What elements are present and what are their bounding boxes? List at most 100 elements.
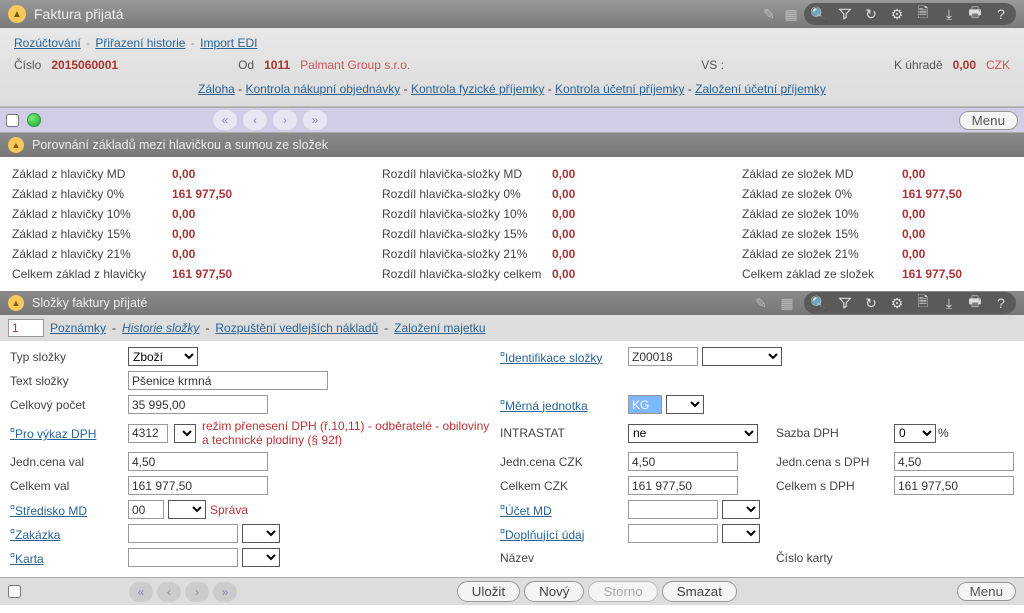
ucet-input[interactable] (628, 500, 718, 519)
comp-value: 0,00 (172, 167, 292, 181)
search-icon[interactable]: 🔍 (810, 294, 828, 312)
link-zalozeni[interactable]: Založení účetní příjemky (695, 82, 826, 96)
karta-input[interactable] (128, 548, 238, 567)
jcdph-label: Jedn.cena s DPH (776, 455, 886, 469)
link-zalozeni-maj[interactable]: Založení majetku (394, 321, 485, 335)
ident-input[interactable] (628, 347, 698, 366)
first-icon[interactable]: « (213, 110, 237, 130)
export-icon[interactable]: ⤓ (940, 294, 958, 312)
save-button[interactable]: Uložit (457, 581, 520, 602)
edit-icon[interactable]: ✎ (760, 5, 778, 23)
link-zaloha[interactable]: Záloha (198, 82, 235, 96)
doc-icon[interactable]: 🗎 (914, 294, 932, 312)
ident-select[interactable] (702, 347, 782, 366)
karta-select[interactable] (242, 548, 280, 567)
collapse-icon[interactable]: ▲ (8, 5, 26, 23)
select-checkbox[interactable] (6, 114, 19, 127)
filter-icon[interactable] (836, 294, 854, 312)
prev-icon[interactable]: ‹ (243, 110, 267, 130)
top-links: Rozúčtování - Přiřazení historie - Impor… (8, 32, 1016, 54)
last-icon[interactable]: » (213, 582, 237, 602)
comp-label: Celkem základ z hlavičky (12, 267, 172, 281)
edit-icon[interactable]: ✎ (752, 294, 770, 312)
stred-input[interactable] (128, 500, 164, 519)
print-icon[interactable]: 🖶 (966, 294, 984, 312)
last-icon[interactable]: » (303, 110, 327, 130)
filter-icon[interactable] (836, 5, 854, 23)
mj-input[interactable] (628, 395, 662, 414)
stred-select[interactable] (168, 500, 206, 519)
mj-select[interactable] (666, 395, 704, 414)
comp-label: Základ z hlavičky MD (12, 167, 172, 181)
dph-label[interactable]: ¤Pro výkaz DPH (10, 425, 120, 441)
doc-icon[interactable]: 🗎 (914, 5, 932, 23)
link-prirazeni[interactable]: Přiřazení historie (95, 36, 185, 50)
refresh-icon[interactable]: ↻ (862, 5, 880, 23)
first-icon[interactable]: « (129, 582, 153, 602)
comp-label: Rozdíl hlavička-složky 0% (382, 187, 552, 201)
text-input[interactable] (128, 371, 328, 390)
ucet-select[interactable] (722, 500, 760, 519)
status-icon (27, 113, 41, 127)
cczk-input[interactable] (628, 476, 738, 495)
link-import[interactable]: Import EDI (200, 36, 257, 50)
dopl-label[interactable]: ¤Doplňující údaj (500, 526, 620, 542)
ident-label[interactable]: ¤Identifikace složky (500, 349, 620, 365)
gear-icon[interactable]: ⚙ (888, 5, 906, 23)
item-index-input[interactable] (8, 319, 44, 337)
zakazka-input[interactable] (128, 524, 238, 543)
intrastat-select[interactable]: ne (628, 424, 758, 443)
print-icon[interactable]: 🖶 (966, 5, 984, 23)
pocet-input[interactable] (128, 395, 268, 414)
link-kontrola-nakup[interactable]: Kontrola nákupní objednávky (246, 82, 401, 96)
collapse-icon[interactable]: ▲ (8, 137, 24, 153)
link-rozpusteni[interactable]: Rozpuštění vedlejších nákladů (215, 321, 378, 335)
jcczk-input[interactable] (628, 452, 738, 471)
menu-button[interactable]: Menu (959, 111, 1018, 130)
link-poznamky[interactable]: Poznámky (50, 321, 106, 335)
mj-label[interactable]: ¤Měrná jednotka (500, 397, 620, 413)
dopl-select[interactable] (722, 524, 760, 543)
comp-value: 0,00 (172, 207, 292, 221)
new-button[interactable]: Nový (524, 581, 584, 602)
gear-icon[interactable]: ⚙ (888, 294, 906, 312)
link-kontrola-ucet[interactable]: Kontrola účetní příjemky (555, 82, 684, 96)
sazba-select[interactable]: 0 (894, 424, 936, 443)
pocet-label: Celkový počet (10, 398, 120, 412)
karta-label[interactable]: ¤Karta (10, 550, 120, 566)
grid-icon[interactable]: ▦ (782, 5, 800, 23)
cdph-input[interactable] (894, 476, 1014, 495)
dopl-input[interactable] (628, 524, 718, 543)
grid-icon[interactable]: ▦ (778, 294, 796, 312)
refresh-icon[interactable]: ↻ (862, 294, 880, 312)
prev-icon[interactable]: ‹ (157, 582, 181, 602)
cval-input[interactable] (128, 476, 268, 495)
dph-select[interactable] (174, 424, 196, 443)
cislo-label: Číslo (14, 58, 41, 72)
collapse-icon[interactable]: ▲ (8, 295, 24, 311)
search-icon[interactable]: 🔍 (810, 5, 828, 23)
comparison-grid: Základ z hlavičky MD0,00Rozdíl hlavička-… (0, 157, 1024, 291)
typ-select[interactable]: Zboží (128, 347, 198, 366)
zakazka-select[interactable] (242, 524, 280, 543)
jcdph-input[interactable] (894, 452, 1014, 471)
help-icon[interactable]: ? (992, 5, 1010, 23)
comp-value: 161 977,50 (172, 187, 292, 201)
delete-button[interactable]: Smazat (662, 581, 737, 602)
select-checkbox[interactable] (8, 585, 21, 598)
dph-input[interactable] (128, 424, 168, 443)
zakazka-label[interactable]: ¤Zakázka (10, 526, 120, 542)
menu-button[interactable]: Menu (957, 582, 1016, 601)
link-historie[interactable]: Historie složky (122, 321, 199, 335)
next-icon[interactable]: › (185, 582, 209, 602)
comp-value: 0,00 (552, 227, 652, 241)
export-icon[interactable]: ⤓ (940, 5, 958, 23)
link-rozuctovani[interactable]: Rozúčtování (14, 36, 81, 50)
next-icon[interactable]: › (273, 110, 297, 130)
link-kontrola-fyz[interactable]: Kontrola fyzické příjemky (411, 82, 544, 96)
stred-label[interactable]: ¤Středisko MD (10, 502, 120, 518)
help-icon[interactable]: ? (992, 294, 1010, 312)
comp-value: 0,00 (552, 247, 652, 261)
jcval-input[interactable] (128, 452, 268, 471)
ucet-label[interactable]: ¤Účet MD (500, 502, 620, 518)
